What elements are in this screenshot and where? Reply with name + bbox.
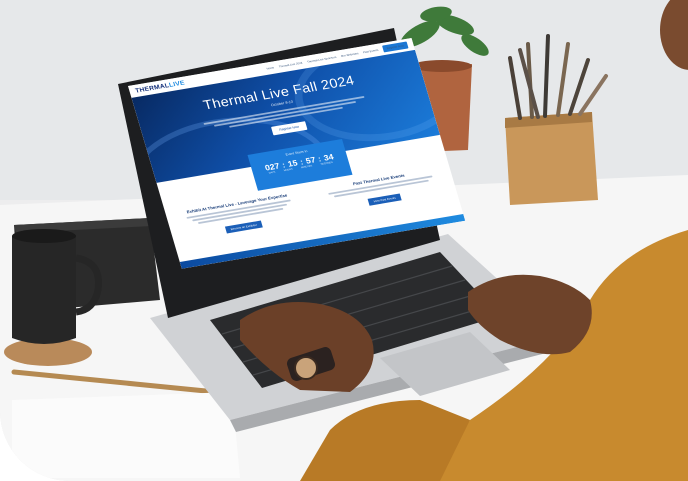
logo-word-live: LIVE: [168, 79, 186, 89]
become-exhibitor-button[interactable]: Become an Exhibitor: [225, 220, 263, 234]
view-past-events-button[interactable]: View Past Events: [367, 193, 402, 206]
photo-scene: THERMALLIVE Home Thermal Live 2024 Therm…: [0, 0, 688, 481]
nav-link-event[interactable]: Thermal Live 2024: [278, 61, 302, 68]
countdown-unit: HOURS: [283, 167, 294, 172]
countdown-unit: DAYS: [268, 170, 276, 175]
countdown-unit: SECONDS: [320, 161, 334, 166]
paper-sheet: [12, 392, 240, 478]
nav-link-past[interactable]: Past Events: [363, 48, 379, 54]
exhibit-section: Exhibit At Thermal Live - Leverage Your …: [166, 190, 317, 245]
nav-link-home[interactable]: Home: [266, 66, 275, 71]
nav-link-webinars[interactable]: Our Webinars: [340, 52, 358, 58]
nav-link-sponsors[interactable]: Thermal Live Sponsors: [307, 55, 337, 63]
hero-register-button[interactable]: Register Now: [271, 121, 308, 136]
countdown-unit: MINUTES: [300, 164, 313, 170]
coffee-mug: [12, 236, 76, 344]
